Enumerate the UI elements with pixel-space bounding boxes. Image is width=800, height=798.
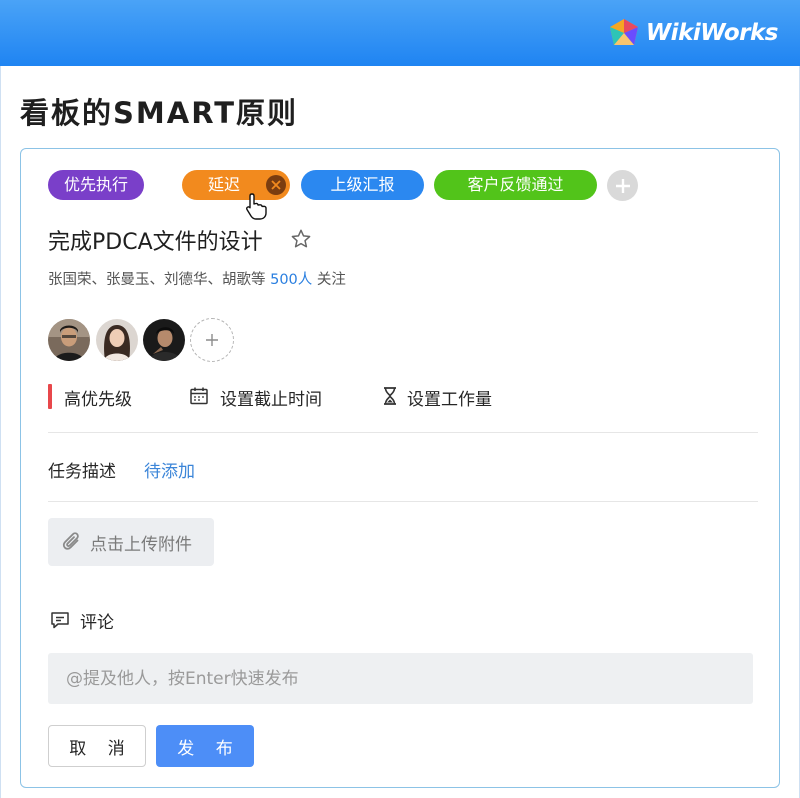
tag-priority-exec[interactable]: 优先执行 — [48, 170, 144, 200]
logo: WikiWorks — [608, 16, 779, 50]
add-tag-button[interactable] — [607, 170, 638, 201]
avatar[interactable] — [48, 319, 90, 361]
tag-customer-approved[interactable]: 客户反馈通过 — [434, 170, 597, 200]
comment-icon — [51, 612, 69, 629]
follow-count[interactable]: 500人 — [270, 272, 312, 288]
comment-input[interactable] — [48, 653, 753, 704]
top-bar: WikiWorks — [0, 0, 800, 66]
tag-report[interactable]: 上级汇报 — [301, 170, 424, 200]
divider — [48, 501, 758, 502]
workload-button[interactable]: 设置工作量 — [407, 385, 492, 410]
followers-names: 张国荣、张曼玉、刘德华、胡歌等 — [48, 272, 266, 288]
priority-label[interactable]: 高优先级 — [64, 385, 132, 410]
upload-label: 点击上传附件 — [90, 534, 192, 555]
publish-button[interactable]: 发 布 — [156, 725, 254, 767]
followers-line: 张国荣、张曼玉、刘德华、胡歌等 500人 关注 — [48, 268, 346, 289]
avatar[interactable] — [96, 319, 138, 361]
tag-label: 客户反馈通过 — [467, 175, 564, 194]
tag-label: 优先执行 — [63, 175, 128, 194]
divider — [48, 432, 758, 433]
description-label: 任务描述 — [48, 462, 116, 482]
priority-indicator — [48, 384, 52, 409]
tag-label: 延迟 — [208, 175, 241, 194]
follow-suffix: 关注 — [316, 272, 346, 288]
plus-icon — [206, 334, 218, 346]
tag-label: 上级汇报 — [330, 175, 395, 194]
comment-label: 评论 — [80, 613, 114, 633]
star-icon[interactable] — [290, 228, 312, 250]
task-title[interactable]: 完成PDCA文件的设计 — [48, 224, 263, 256]
add-member-button[interactable] — [190, 318, 234, 362]
deadline-button[interactable]: 设置截止时间 — [220, 385, 322, 410]
avatar[interactable] — [143, 319, 185, 361]
page-title: 看板的SMART原则 — [20, 96, 298, 130]
plus-icon — [615, 178, 630, 193]
hand-cursor-icon — [246, 193, 267, 220]
upload-attachment-button[interactable]: 点击上传附件 — [48, 518, 214, 566]
hourglass-icon — [384, 387, 396, 405]
brand-name: WikiWorks — [645, 20, 779, 46]
tag-delay[interactable]: 延迟 — [182, 170, 290, 200]
cancel-button[interactable]: 取 消 — [48, 725, 146, 767]
paperclip-icon — [62, 532, 79, 550]
calendar-icon — [190, 387, 208, 405]
wikiworks-logo-icon — [609, 19, 638, 45]
description-add-link[interactable]: 待添加 — [144, 457, 195, 482]
